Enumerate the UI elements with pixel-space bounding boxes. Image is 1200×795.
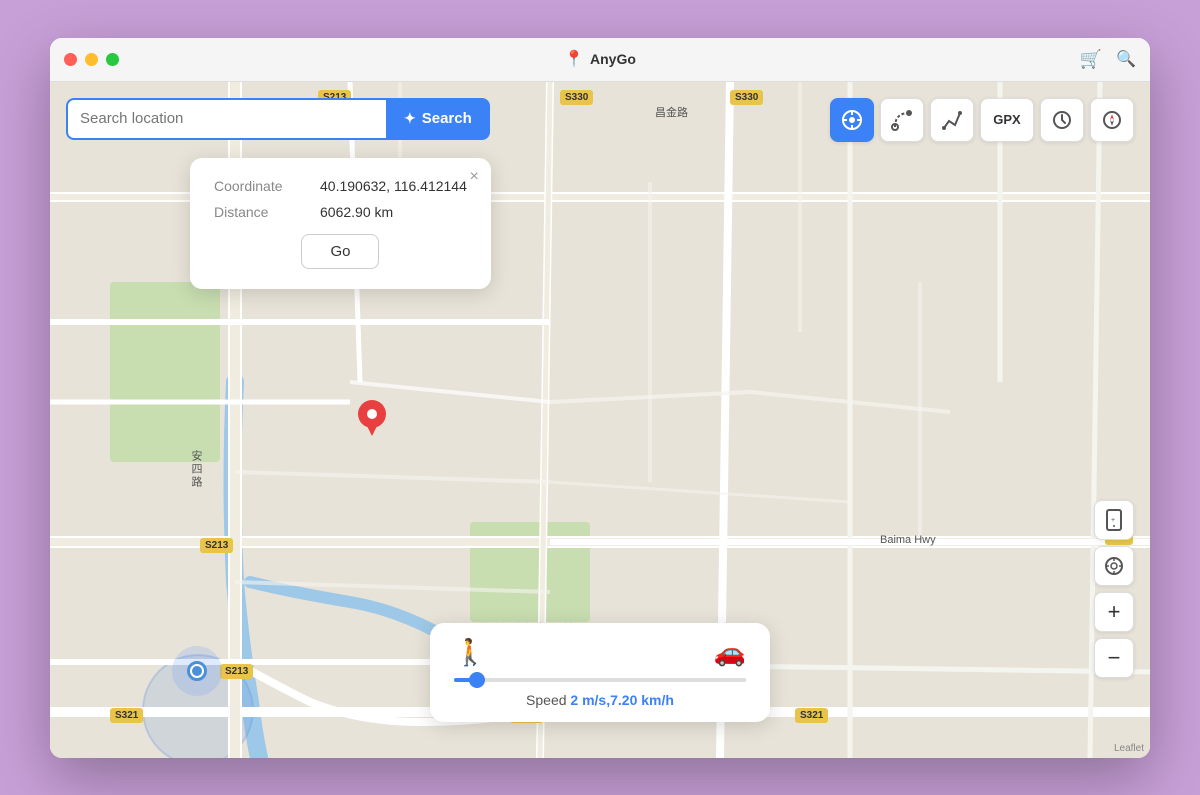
toolbar: GPX [830, 98, 1134, 142]
tool-gpx[interactable]: GPX [980, 98, 1034, 142]
app-window: 📍 AnyGo 🛒 🔍 [50, 38, 1150, 758]
speed-label: Speed [526, 692, 566, 708]
car-icon: 🚗 [714, 637, 746, 668]
road-badge-s330-1: S330 [560, 90, 593, 105]
distance-label: Distance [214, 204, 304, 220]
location-dot [172, 646, 222, 696]
speed-panel: 🚶 🚗 Speed 2 m/s,7.20 km/h [430, 623, 770, 722]
road-badge-s213-mid: S213 [200, 538, 233, 553]
go-button[interactable]: Go [301, 234, 379, 269]
slider-track [454, 678, 746, 682]
app-title-area: 📍 AnyGo [564, 49, 636, 69]
road-label-changjin: 昌金路 [655, 104, 688, 120]
speed-value: 2 m/s,7.20 km/h [570, 692, 674, 708]
coordinate-value: 40.190632, 116.412144 [320, 178, 467, 194]
coordinate-row: Coordinate 40.190632, 116.412144 [214, 178, 467, 194]
pin-icon: 📍 [564, 49, 584, 69]
gpx-label: GPX [993, 112, 1020, 127]
minimize-dot[interactable] [85, 53, 98, 66]
road-badge-s321-left: S321 [110, 708, 143, 723]
map-container[interactable]: S213 S330 S330 昌金路 安四路 S213 Baima Hwy S3… [50, 82, 1150, 758]
zoom-in-label: + [1108, 599, 1121, 625]
distance-row: Distance 6062.90 km [214, 204, 467, 220]
road-label-ansi: 安四路 [188, 450, 204, 489]
map-pin[interactable] [358, 400, 386, 443]
search-btn-label: Search [422, 110, 472, 127]
search-btn-icon: ✦ [404, 110, 416, 127]
search-input[interactable]: Пекин, Китай [66, 98, 386, 140]
speed-slider[interactable] [454, 678, 746, 682]
road-badge-s213-bot: S213 [220, 664, 253, 679]
zoom-in-button[interactable]: + [1094, 592, 1134, 632]
search-icon[interactable]: 🔍 [1116, 49, 1136, 69]
close-dot[interactable] [64, 53, 77, 66]
zoom-out-button[interactable]: − [1094, 638, 1134, 678]
coordinate-label: Coordinate [214, 178, 304, 194]
search-bar: Пекин, Китай ✦ Search [66, 98, 490, 140]
walk-icon: 🚶 [454, 637, 486, 668]
slider-thumb [469, 672, 485, 688]
distance-value: 6062.90 km [320, 204, 393, 220]
road-badge-s321-right: S321 [795, 708, 828, 723]
tool-history[interactable] [1040, 98, 1084, 142]
titlebar-actions: 🛒 🔍 [1080, 49, 1136, 70]
search-button[interactable]: ✦ Search [386, 98, 490, 140]
maximize-dot[interactable] [106, 53, 119, 66]
app-title: AnyGo [590, 51, 636, 67]
phone-button[interactable]: + [1094, 500, 1134, 540]
road-badge-s330-2: S330 [730, 90, 763, 105]
traffic-lights [64, 53, 119, 66]
leaflet-credit: Leaflet [1114, 743, 1144, 754]
tool-compass[interactable] [1090, 98, 1134, 142]
speed-icons: 🚶 🚗 [454, 637, 746, 668]
cart-icon[interactable]: 🛒 [1080, 49, 1102, 70]
speed-text: Speed 2 m/s,7.20 km/h [454, 692, 746, 708]
tool-locate[interactable] [830, 98, 874, 142]
tool-route2[interactable] [930, 98, 974, 142]
zoom-out-label: − [1108, 645, 1121, 671]
gps-button[interactable] [1094, 546, 1134, 586]
road-label-baima: Baima Hwy [880, 534, 936, 546]
tool-route1[interactable] [880, 98, 924, 142]
svg-text:+: + [1111, 517, 1115, 524]
popup-close-button[interactable]: × [470, 168, 479, 186]
titlebar: 📍 AnyGo 🛒 🔍 [50, 38, 1150, 82]
right-controls: + + − [1094, 500, 1134, 678]
info-popup: × Coordinate 40.190632, 116.412144 Dista… [190, 158, 491, 289]
